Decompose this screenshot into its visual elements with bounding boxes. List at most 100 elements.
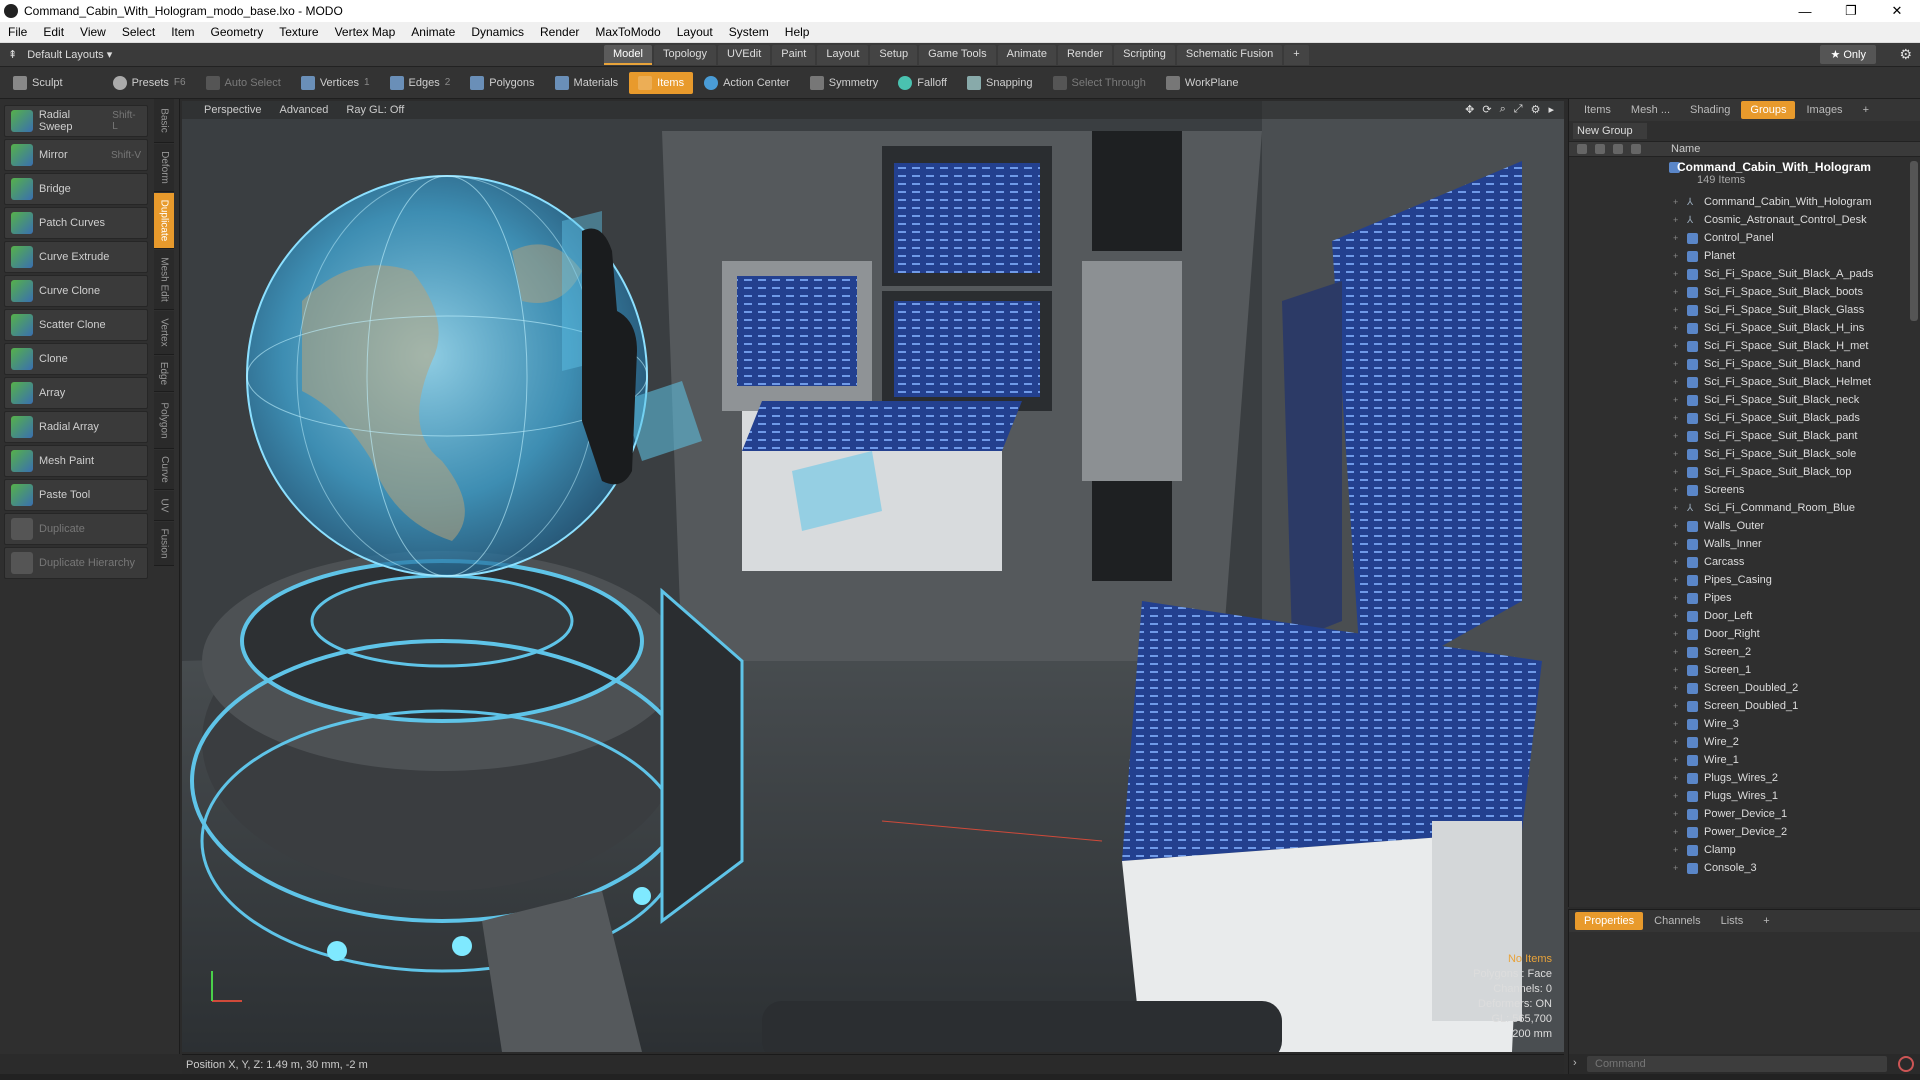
- add-tab-button[interactable]: +: [1284, 45, 1309, 65]
- vtab-duplicate[interactable]: Duplicate: [154, 193, 174, 249]
- tree-item[interactable]: + Pipes_Casing: [1673, 571, 1772, 589]
- tree-item[interactable]: + Walls_Inner: [1673, 535, 1762, 553]
- tab-groups[interactable]: Groups: [1741, 101, 1796, 119]
- tab-topology[interactable]: Topology: [653, 45, 717, 65]
- menu-texture[interactable]: Texture: [271, 25, 326, 39]
- vertices-button[interactable]: Vertices 1: [292, 72, 379, 94]
- tree-item[interactable]: + Carcass: [1673, 553, 1744, 571]
- expand-viewport-icon[interactable]: ▸: [1548, 103, 1554, 116]
- tree-item[interactable]: + Sci_Fi_Space_Suit_Black_pads: [1673, 409, 1860, 427]
- minimize-button[interactable]: —: [1782, 0, 1828, 22]
- tree-item[interactable]: + Sci_Fi_Space_Suit_Black_H_met: [1673, 337, 1868, 355]
- tree-item[interactable]: + Wire_3: [1673, 715, 1739, 733]
- view-advanced-button[interactable]: Advanced: [279, 104, 328, 116]
- menu-geometry[interactable]: Geometry: [203, 25, 272, 39]
- expand-icon[interactable]: +: [1673, 557, 1681, 567]
- only-button[interactable]: ★ Only: [1820, 45, 1876, 64]
- auto-select-button[interactable]: Auto Select: [197, 72, 290, 94]
- expand-icon[interactable]: +: [1673, 395, 1681, 405]
- tab-paint[interactable]: Paint: [772, 45, 816, 65]
- tree-item[interactable]: + Power_Device_1: [1673, 805, 1787, 823]
- tree-item[interactable]: + Sci_Fi_Space_Suit_Black_Helmet: [1673, 373, 1871, 391]
- duplicate-tool[interactable]: Duplicate: [4, 513, 148, 545]
- tree-item[interactable]: + ⅄ Cosmic_Astronaut_Control_Desk: [1673, 211, 1867, 229]
- rotate-view-icon[interactable]: ⟳: [1482, 103, 1491, 116]
- select-through-button[interactable]: Select Through: [1044, 72, 1155, 94]
- command-input[interactable]: [1587, 1056, 1887, 1072]
- expand-icon[interactable]: +: [1673, 539, 1681, 549]
- presets-button[interactable]: Presets F6: [104, 72, 195, 94]
- command-history-icon[interactable]: ›: [1573, 1057, 1577, 1069]
- expand-icon[interactable]: +: [1673, 719, 1681, 729]
- menu-vertex-map[interactable]: Vertex Map: [327, 25, 404, 39]
- expand-icon[interactable]: +: [1673, 503, 1681, 513]
- tree-item[interactable]: + Screen_2: [1673, 643, 1751, 661]
- menu-file[interactable]: File: [0, 25, 35, 39]
- tree-item[interactable]: + Screen_Doubled_2: [1673, 679, 1798, 697]
- expand-icon[interactable]: +: [1673, 521, 1681, 531]
- new-group-button[interactable]: New Group: [1573, 123, 1647, 139]
- menu-render[interactable]: Render: [532, 25, 587, 39]
- tab-shading[interactable]: Shading: [1681, 101, 1739, 119]
- expand-icon[interactable]: +: [1673, 323, 1681, 333]
- radial-array-tool[interactable]: Radial Array: [4, 411, 148, 443]
- close-button[interactable]: ✕: [1874, 0, 1920, 22]
- expand-icon[interactable]: +: [1673, 683, 1681, 693]
- tab-layout[interactable]: Layout: [817, 45, 869, 65]
- expand-icon[interactable]: +: [1673, 575, 1681, 585]
- polygons-button[interactable]: Polygons: [461, 72, 543, 94]
- tree-item[interactable]: + Screens: [1673, 481, 1744, 499]
- tree-item[interactable]: + Sci_Fi_Space_Suit_Black_A_pads: [1673, 265, 1873, 283]
- tree-item[interactable]: + Screen_Doubled_1: [1673, 697, 1798, 715]
- visibility-column-icon[interactable]: [1577, 144, 1587, 154]
- tree-item[interactable]: + Sci_Fi_Space_Suit_Black_boots: [1673, 283, 1863, 301]
- tree-scrollbar[interactable]: [1910, 161, 1918, 321]
- tree-item[interactable]: + Plugs_Wires_1: [1673, 787, 1778, 805]
- tree-item[interactable]: + Wire_1: [1673, 751, 1739, 769]
- tree-item[interactable]: + ⅄ Sci_Fi_Command_Room_Blue: [1673, 499, 1855, 517]
- tab-mesh[interactable]: Mesh ...: [1622, 101, 1679, 119]
- mirror-tool[interactable]: Mirror Shift-V: [4, 139, 148, 171]
- vtab-curve[interactable]: Curve: [154, 450, 174, 490]
- paste-tool[interactable]: Paste Tool: [4, 479, 148, 511]
- vtab-mesh-edit[interactable]: Mesh Edit: [154, 250, 174, 310]
- tree-item[interactable]: + Sci_Fi_Space_Suit_Black_H_ins: [1673, 319, 1864, 337]
- scatter-clone-tool[interactable]: Scatter Clone: [4, 309, 148, 341]
- tree-item[interactable]: + Screen_1: [1673, 661, 1751, 679]
- render-column-icon[interactable]: [1595, 144, 1605, 154]
- tree-item[interactable]: + Sci_Fi_Space_Suit_Black_pant: [1673, 427, 1857, 445]
- tree-item[interactable]: + Sci_Fi_Space_Suit_Black_neck: [1673, 391, 1859, 409]
- tab-scripting[interactable]: Scripting: [1114, 45, 1175, 65]
- expand-icon[interactable]: +: [1673, 611, 1681, 621]
- menu-select[interactable]: Select: [114, 25, 163, 39]
- expand-icon[interactable]: +: [1673, 377, 1681, 387]
- tree-item[interactable]: + Clamp: [1673, 841, 1736, 859]
- expand-icon[interactable]: +: [1673, 809, 1681, 819]
- expand-icon[interactable]: +: [1673, 251, 1681, 261]
- action-center-button[interactable]: Action Center: [695, 72, 799, 94]
- tab-items[interactable]: Items: [1575, 101, 1620, 119]
- tree-item[interactable]: + Sci_Fi_Space_Suit_Black_hand: [1673, 355, 1861, 373]
- expand-icon[interactable]: +: [1673, 233, 1681, 243]
- vtab-vertex[interactable]: Vertex: [154, 311, 174, 355]
- lock-column-icon[interactable]: [1613, 144, 1623, 154]
- menu-view[interactable]: View: [72, 25, 114, 39]
- menu-animate[interactable]: Animate: [403, 25, 463, 39]
- tab-channels[interactable]: Channels: [1645, 912, 1709, 930]
- patch-curves-tool[interactable]: Patch Curves: [4, 207, 148, 239]
- tree-item[interactable]: + Door_Left: [1673, 607, 1752, 625]
- vtab-deform[interactable]: Deform: [154, 144, 174, 192]
- view-raygl-button[interactable]: Ray GL: Off: [346, 104, 404, 116]
- tab-animate[interactable]: Animate: [997, 45, 1056, 65]
- root-group[interactable]: Command_Cabin_With_Hologram: [1677, 160, 1871, 174]
- tab-uvedit[interactable]: UVEdit: [718, 45, 771, 65]
- expand-icon[interactable]: +: [1673, 755, 1681, 765]
- tree-item[interactable]: + Pipes: [1673, 589, 1732, 607]
- materials-button[interactable]: Materials: [546, 72, 628, 94]
- curve-clone-tool[interactable]: Curve Clone: [4, 275, 148, 307]
- tree-item[interactable]: + Sci_Fi_Space_Suit_Black_sole: [1673, 445, 1856, 463]
- curve-extrude-tool[interactable]: Curve Extrude: [4, 241, 148, 273]
- expand-icon[interactable]: +: [1673, 773, 1681, 783]
- symmetry-button[interactable]: Symmetry: [801, 72, 888, 94]
- expand-icon[interactable]: +: [1673, 305, 1681, 315]
